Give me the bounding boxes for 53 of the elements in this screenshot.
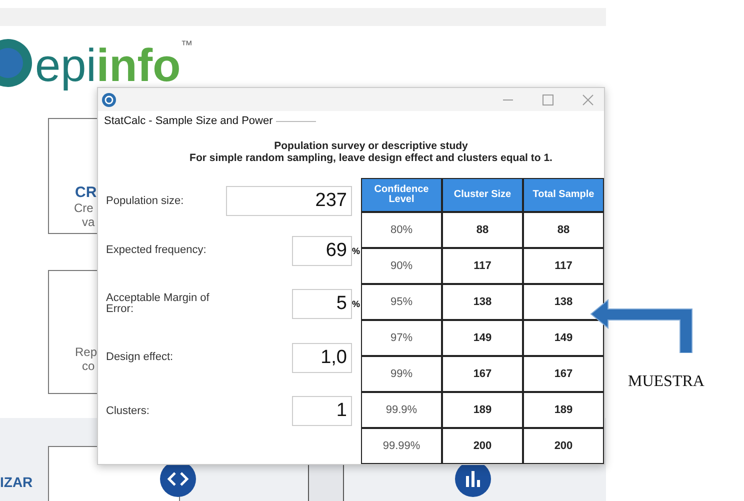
close-icon[interactable] [582,94,594,106]
maximize-icon[interactable] [542,94,554,106]
table-cell: 99% [362,357,441,391]
table-cell: 95% [362,285,441,319]
table-cell: 138 [443,285,522,319]
column-header: Confidence Level [362,179,441,211]
table-cell: 149 [524,321,603,355]
card-title: CR [75,184,97,201]
section-label: IZAR [0,474,33,490]
subheading: For simple random sampling, leave design effect and clusters equal to 1. [190,152,552,164]
table-cell: 97% [362,321,441,355]
table-cell: 99.99% [362,429,441,463]
unit-label: % [352,299,361,310]
group-title: StatCalc - Sample Size and Power [104,115,273,127]
unit-label: % [352,246,361,256]
table-cell: 189 [443,393,522,427]
logo-name: info [96,42,181,88]
table-cell: 138 [524,285,603,319]
arrow-icon [588,297,694,353]
table-cell: 117 [443,249,522,283]
field-label: Population size: [106,196,185,206]
field-label: Acceptable Margin of Error: [106,293,210,316]
field-label: Expected frequency: [106,245,208,256]
input-field[interactable]: 1 [292,396,352,426]
annotation-label: MUESTRA [628,373,704,391]
column-header: Cluster Size [443,179,522,211]
card-text: Cre [73,201,94,215]
table-cell: 99.9% [362,393,441,427]
table-cell: 167 [443,357,522,391]
logo-text: epi [35,42,96,88]
table-cell: 80% [362,213,441,247]
input-field[interactable]: 1,0 [292,342,352,373]
table-cell: 90% [362,249,441,283]
table-cell: 117 [524,249,603,283]
table-cell: 88 [524,213,603,247]
input-field[interactable]: 69 [292,236,352,266]
table-cell: 149 [443,321,522,355]
input-field[interactable]: 237 [226,186,352,216]
heading: Population survey or descriptive study [274,140,468,152]
table-cell: 200 [443,429,522,463]
trademark-mark: ™ [180,38,193,52]
card-text: Rep [74,345,98,359]
input-field[interactable]: 5 [292,289,352,320]
table-cell: 200 [524,429,603,463]
field-label: Design effect: [106,352,174,364]
card-text: va [81,215,95,229]
column-header: Total Sample [524,179,603,211]
table-cell: 189 [524,393,603,427]
card-text: co [81,359,95,373]
table-cell: 167 [524,357,603,391]
table-cell: 88 [443,213,522,247]
field-label: Clusters: [106,406,150,417]
app-icon [102,92,116,106]
